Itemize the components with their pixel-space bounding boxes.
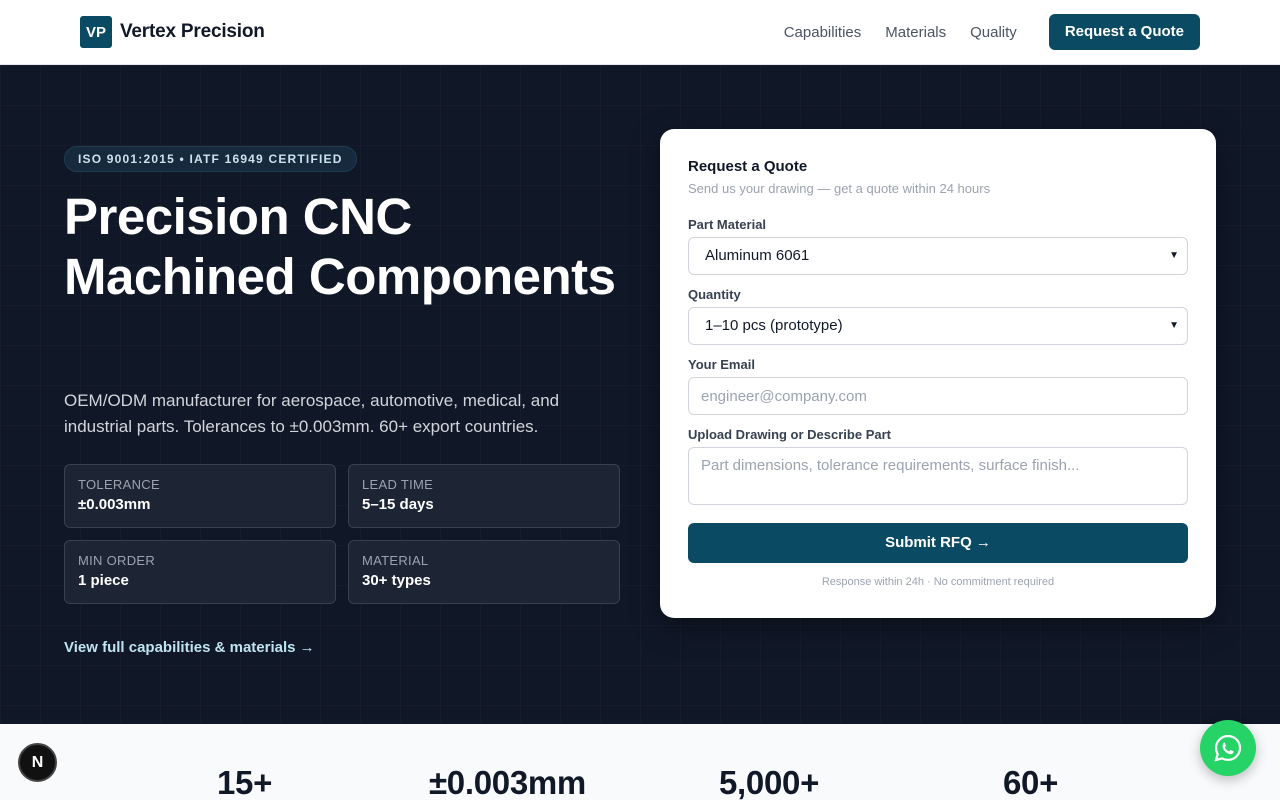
response-note: Response within 24h · No commitment requ… [821,576,1055,588]
view-capabilities-link[interactable]: View full capabilities & materials → [64,639,315,656]
stat-tolerance: ±0.003mm [429,764,586,800]
dev-indicator-badge[interactable]: N [18,743,57,782]
spec-label: Min Order [78,553,156,568]
nav-capabilities[interactable]: Capabilities [784,24,862,41]
spec-label: Tolerance [78,477,160,492]
part-description-field[interactable] [688,447,1188,505]
request-quote-button[interactable]: Request a Quote [1048,14,1200,50]
chevron-down-icon: ▼ [1169,320,1179,331]
form-subtitle: Send us your drawing — get a quote withi… [688,181,991,196]
whatsapp-icon [1214,734,1242,762]
chevron-down-icon: ▼ [1169,250,1179,261]
spec-card-tolerance: Tolerance ±0.003mm [64,464,336,528]
whatsapp-chat-button[interactable] [1200,720,1256,776]
hero-title: Precision CNC Machined Components [64,188,616,305]
stats-strip: 15+ ±0.003mm 5,000+ 60+ [0,724,1280,800]
brand-name: Vertex Precision [120,21,265,42]
spec-card-material: Material 30+ types [348,540,620,604]
spec-value: 5–15 days [362,496,434,513]
spec-value: ±0.003mm [78,496,151,513]
stat-parts: 5,000+ [719,764,820,800]
submit-rfq-button[interactable]: Submit RFQ → [688,523,1188,563]
hero-section: ISO 9001:2015 • IATF 16949 CERTIFIED Pre… [0,65,1280,724]
stat-countries: 60+ [1003,764,1059,800]
main-nav: Capabilities Materials Quality Request a… [784,14,1200,50]
nav-materials[interactable]: Materials [885,24,946,41]
quantity-label: Quantity [688,287,741,302]
stat-years: 15+ [217,764,273,800]
spec-card-min-order: Min Order 1 piece [64,540,336,604]
drawing-label: Upload Drawing or Describe Part [688,427,891,442]
hero-description: OEM/ODM manufacturer for aerospace, auto… [64,391,560,436]
spec-value: 1 piece [78,572,129,589]
quantity-select-value: 1–10 pcs (prototype) [705,317,843,334]
quantity-select[interactable]: 1–10 pcs (prototype) ▼ [688,307,1188,345]
nav-quality[interactable]: Quality [970,24,1017,41]
certification-badge: ISO 9001:2015 • IATF 16949 CERTIFIED [64,146,357,172]
site-header: VP Vertex Precision Capabilities Materia… [0,0,1280,65]
form-title: Request a Quote [688,158,808,175]
quote-form-card: Request a Quote Send us your drawing — g… [660,129,1216,618]
email-field[interactable] [688,377,1188,415]
material-select-value: Aluminum 6061 [705,247,810,264]
logo[interactable]: VP Vertex Precision [80,16,265,48]
material-label: Part Material [688,217,767,232]
material-select[interactable]: Aluminum 6061 ▼ [688,237,1188,275]
spec-label: Lead Time [362,477,434,492]
spec-card-lead-time: Lead Time 5–15 days [348,464,620,528]
email-label: Your Email [688,357,755,372]
spec-value: 30+ types [362,572,431,589]
spec-label: Material [362,553,429,568]
logo-mark: VP [80,16,112,48]
